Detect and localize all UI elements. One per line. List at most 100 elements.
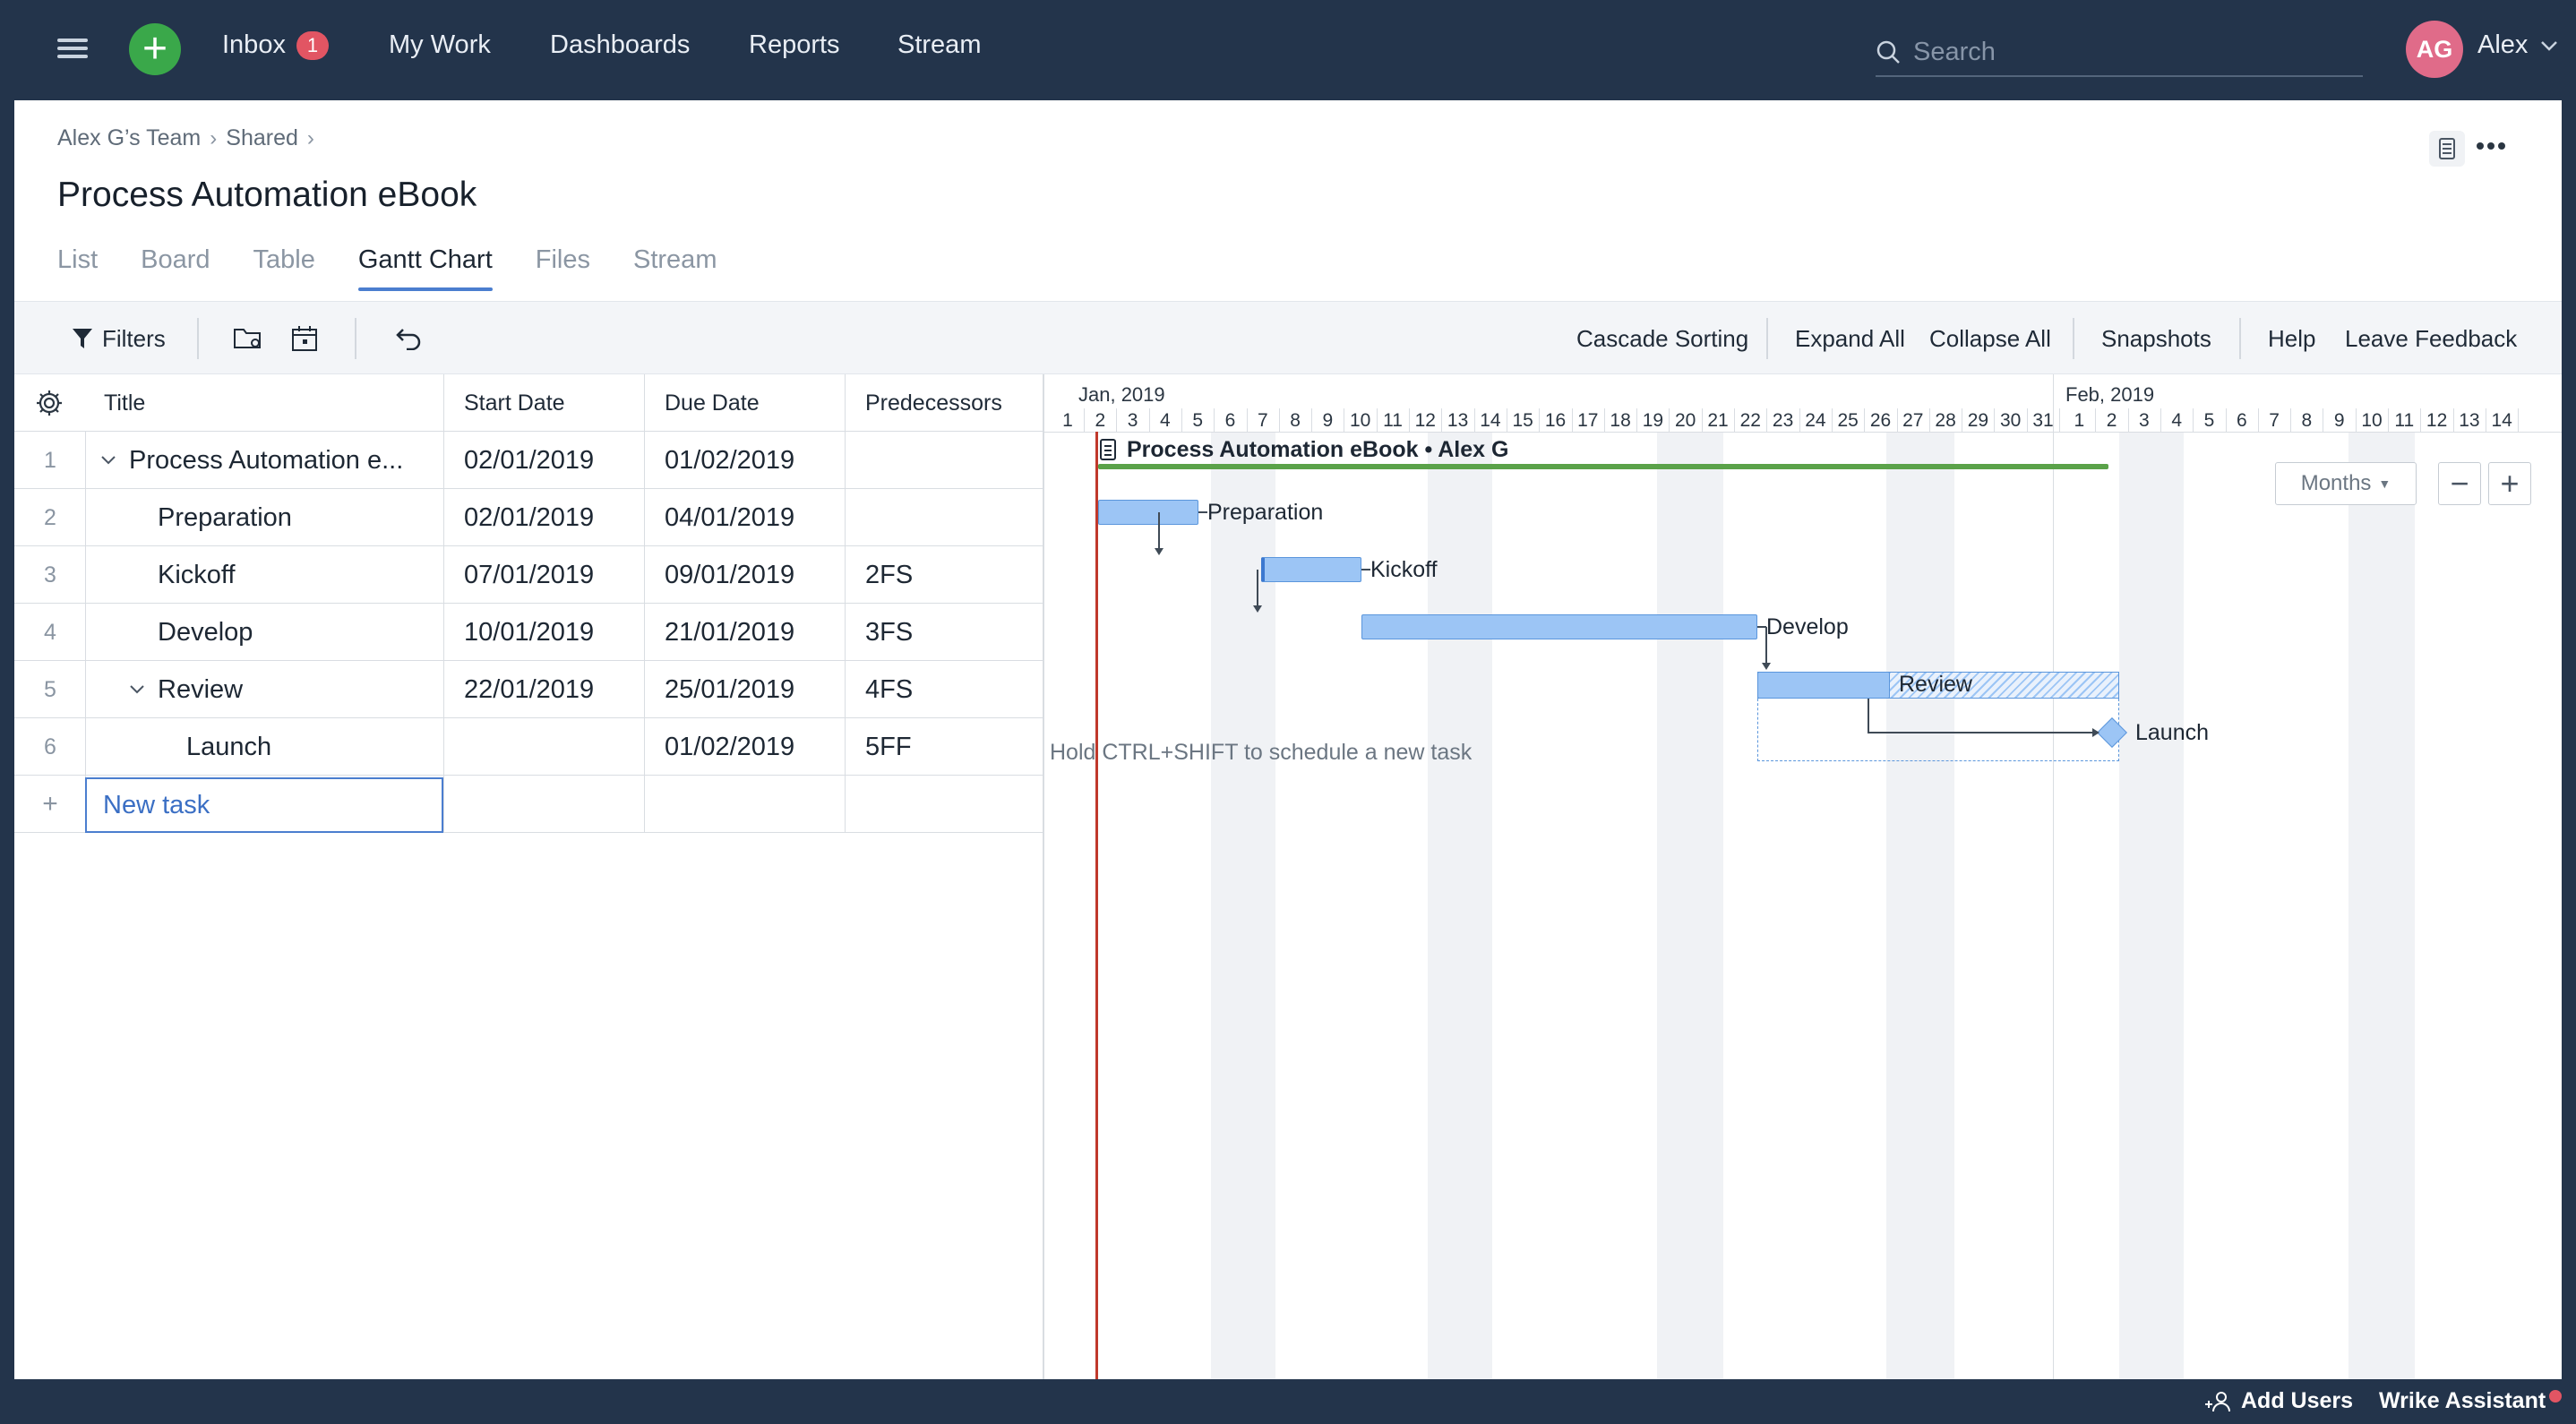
expand-all-button[interactable]: Expand All: [1795, 302, 1905, 375]
tab-files[interactable]: Files: [536, 245, 590, 291]
user-name: Alex: [2477, 30, 2529, 59]
due-date[interactable]: 21/01/2019: [665, 604, 794, 661]
tab-table[interactable]: Table: [253, 245, 315, 291]
task-title[interactable]: Launch: [186, 718, 271, 776]
task-title[interactable]: Preparation: [158, 489, 292, 546]
row-number: 2: [44, 504, 56, 530]
row-number: 6: [44, 733, 56, 759]
gantt-toolbar: Filters Cascade Sorting Expand All Colla…: [14, 301, 2562, 374]
toolbar-divider: [355, 318, 356, 359]
tab-list[interactable]: List: [57, 245, 98, 291]
notes-icon[interactable]: [2429, 131, 2465, 171]
predecessors[interactable]: 2FS: [865, 546, 913, 604]
nav-inbox[interactable]: Inbox 1: [222, 30, 329, 60]
add-task-icon[interactable]: +: [14, 776, 86, 833]
row-number: 3: [44, 562, 56, 588]
column-header-start-date[interactable]: Start Date: [464, 374, 565, 432]
calendar-settings-icon[interactable]: [290, 302, 319, 375]
predecessors[interactable]: 3FS: [865, 604, 913, 661]
tab-gantt-chart[interactable]: Gantt Chart: [357, 245, 493, 291]
search-icon: [1876, 40, 1900, 64]
start-date[interactable]: 02/01/2019: [464, 432, 594, 489]
zoom-in-button[interactable]: +: [2488, 462, 2531, 505]
task-grid: Title Start Date Due Date Predecessors 1…: [14, 374, 1044, 1379]
help-button[interactable]: Help: [2268, 302, 2315, 375]
main-panel: Alex G’s Team › Shared › Process Automat…: [14, 100, 2562, 1379]
column-header-due-date[interactable]: Due Date: [665, 374, 760, 432]
due-date[interactable]: 04/01/2019: [665, 489, 794, 546]
breadcrumb: Alex G’s Team › Shared ›: [57, 125, 314, 151]
row-number: 4: [44, 619, 56, 645]
table-row[interactable]: 5 Review 22/01/2019 25/01/2019 4FS: [14, 661, 1044, 718]
gantt-chart-area: Jan, 2019 Feb, 2019 1 2 3 4 5 6 7 8 9 10 11 12 13 14 1…: [1044, 374, 2562, 1379]
toolbar-divider: [2239, 318, 2241, 359]
timescale-value: Months: [2300, 471, 2372, 495]
predecessors[interactable]: 5FF: [865, 718, 912, 776]
due-date[interactable]: 01/02/2019: [665, 718, 794, 776]
due-date[interactable]: 01/02/2019: [665, 432, 794, 489]
due-date[interactable]: 25/01/2019: [665, 661, 794, 718]
inbox-count-badge: 1: [296, 30, 329, 60]
column-header-predecessors[interactable]: Predecessors: [865, 374, 1002, 432]
table-row[interactable]: 4 Develop 10/01/2019 21/01/2019 3FS: [14, 604, 1044, 661]
breadcrumb-shared[interactable]: Shared: [226, 125, 298, 151]
user-menu[interactable]: Alex: [2477, 30, 2558, 60]
cascade-sorting-button[interactable]: Cascade Sorting: [1576, 302, 1748, 375]
toolbar-divider: [1766, 318, 1768, 359]
table-row[interactable]: 2 Preparation 02/01/2019 04/01/2019: [14, 489, 1044, 546]
tab-board[interactable]: Board: [141, 245, 210, 291]
timescale-dropdown[interactable]: Months ▼: [2275, 462, 2417, 505]
chevron-down-icon[interactable]: [129, 661, 145, 718]
add-users-label: Add Users: [2241, 1388, 2354, 1413]
task-title[interactable]: Process Automation e...: [129, 432, 403, 489]
collapse-all-button[interactable]: Collapse All: [1929, 302, 2051, 375]
view-tabs: List Board Table Gantt Chart Files Strea…: [57, 245, 760, 291]
start-date[interactable]: 10/01/2019: [464, 604, 594, 661]
new-task-input[interactable]: New task: [85, 777, 443, 833]
filters-button[interactable]: Filters: [72, 302, 166, 375]
start-date[interactable]: 02/01/2019: [464, 489, 594, 546]
add-users-button[interactable]: Add Users: [2203, 1388, 2353, 1414]
toolbar-divider: [197, 318, 199, 359]
assistant-label: Wrike Assistant: [2379, 1388, 2546, 1413]
undo-icon[interactable]: [394, 302, 423, 375]
folder-settings-icon[interactable]: [233, 302, 263, 375]
table-row[interactable]: 1 Process Automation e... 02/01/2019 01/…: [14, 432, 1044, 489]
breadcrumb-team[interactable]: Alex G’s Team: [57, 125, 201, 151]
column-header-title[interactable]: Title: [104, 374, 145, 432]
menu-icon[interactable]: [57, 34, 88, 63]
nav-dashboards[interactable]: Dashboards: [550, 30, 690, 60]
zoom-out-button[interactable]: −: [2438, 462, 2481, 505]
nav-reports[interactable]: Reports: [749, 30, 840, 60]
table-row[interactable]: 3 Kickoff 07/01/2019 09/01/2019 2FS: [14, 546, 1044, 604]
table-row[interactable]: 6 Launch 01/02/2019 5FF: [14, 718, 1044, 776]
toolbar-divider: [2073, 318, 2074, 359]
chevron-right-icon: ›: [210, 125, 218, 150]
task-title[interactable]: Develop: [158, 604, 253, 661]
search-placeholder: Search: [1913, 37, 1996, 66]
start-date[interactable]: 22/01/2019: [464, 661, 594, 718]
task-title[interactable]: Kickoff: [158, 546, 236, 604]
gear-icon[interactable]: [34, 374, 64, 432]
more-options-icon[interactable]: [2476, 140, 2506, 156]
page-title: Process Automation eBook: [57, 176, 477, 214]
chevron-down-icon[interactable]: [100, 432, 116, 489]
predecessors[interactable]: 4FS: [865, 661, 913, 718]
schedule-hint: Hold CTRL+SHIFT to schedule a new task: [1050, 740, 1473, 765]
nav-stream[interactable]: Stream: [897, 30, 981, 60]
chevron-right-icon: ›: [306, 125, 314, 150]
caret-down-icon: ▼: [2378, 476, 2391, 491]
due-date[interactable]: 09/01/2019: [665, 546, 794, 604]
user-avatar[interactable]: AG: [2406, 21, 2463, 78]
start-date[interactable]: 07/01/2019: [464, 546, 594, 604]
add-users-icon: [2205, 1391, 2230, 1411]
tab-stream[interactable]: Stream: [633, 245, 717, 291]
snapshots-button[interactable]: Snapshots: [2101, 302, 2211, 375]
task-title[interactable]: Review: [158, 661, 243, 718]
nav-my-work[interactable]: My Work: [389, 30, 491, 60]
wrike-assistant-button[interactable]: Wrike Assistant: [2379, 1388, 2563, 1414]
create-new-button[interactable]: +: [129, 23, 181, 75]
filters-label: Filters: [102, 324, 166, 352]
leave-feedback-button[interactable]: Leave Feedback: [2345, 302, 2517, 375]
search-input[interactable]: Search: [1876, 29, 2363, 77]
